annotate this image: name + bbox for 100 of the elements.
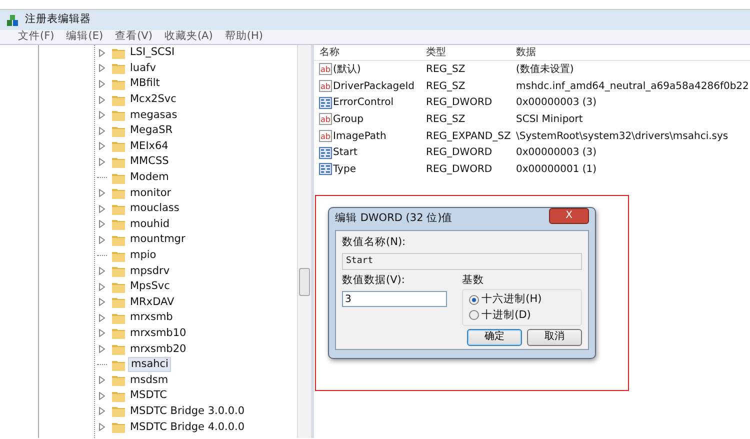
folder-icon — [112, 156, 125, 168]
folder-icon — [112, 265, 125, 278]
string-value-icon: ab — [319, 80, 332, 92]
tree-item[interactable]: MpsSvc — [128, 280, 172, 294]
menu-item[interactable]: 文件(F) — [18, 29, 54, 45]
folder-icon — [112, 78, 125, 90]
tree-item[interactable]: LSI_SCSI — [128, 46, 177, 60]
value-data: 0x00000003 (3) — [516, 146, 597, 160]
value-data: 0x00000003 (3) — [516, 96, 597, 110]
value-data: SCSI Miniport — [516, 112, 583, 127]
binary-value-icon — [319, 96, 332, 109]
value-data-label: 数值数据(V): — [342, 273, 406, 288]
tree-item[interactable]: MSDTC Bridge 4.0.0.0 — [128, 420, 247, 434]
menu-item[interactable]: 编辑(E) — [66, 29, 104, 45]
folder-icon — [112, 280, 125, 293]
tree-item[interactable]: mrxsmb20 — [128, 342, 188, 356]
folder-icon — [112, 218, 125, 230]
close-button[interactable]: X — [549, 208, 589, 224]
value-name[interactable]: (默认) — [333, 62, 361, 77]
tree-item[interactable]: monitor — [128, 186, 174, 200]
binary-value-icon — [319, 163, 332, 176]
tree-item[interactable]: mpsdrv — [128, 264, 172, 278]
string-value-icon: ab — [319, 113, 332, 126]
tree-item[interactable]: luafv — [128, 62, 158, 75]
value-data: (数值未设置) — [516, 62, 574, 77]
tree-item[interactable]: MRxDAV — [128, 296, 176, 309]
column-header[interactable]: 名称 — [314, 45, 426, 60]
value-name-field: Start — [342, 253, 582, 270]
tree-item[interactable]: mrxsmb — [128, 311, 175, 324]
tree-item[interactable]: MEIx64 — [128, 140, 170, 153]
dialog-button[interactable]: 取消 — [527, 328, 582, 346]
value-type: REG_SZ — [426, 80, 466, 94]
tree-item[interactable]: megasas — [128, 108, 180, 122]
folder-icon — [112, 202, 125, 215]
column-header[interactable]: 数据 — [516, 45, 750, 60]
value-type: REG_DWORD — [426, 146, 494, 160]
folder-icon — [112, 109, 125, 122]
folder-icon — [112, 187, 125, 200]
radio-label: 十进制(D) — [482, 308, 531, 322]
string-value-icon: ab — [319, 130, 332, 142]
tree-item[interactable]: mpio — [128, 249, 158, 262]
tree-item[interactable]: mouhid — [128, 218, 172, 231]
value-type: REG_SZ — [426, 62, 466, 77]
tree-item[interactable]: MSDTC Bridge 3.0.0.0 — [128, 404, 247, 418]
folder-icon — [112, 250, 125, 262]
folder-icon — [112, 390, 125, 402]
tree-item[interactable]: MMCSS — [128, 155, 171, 168]
folder-icon — [112, 343, 125, 356]
menu-item[interactable]: 帮助(H) — [224, 29, 263, 45]
folder-icon — [112, 124, 125, 137]
folder-icon — [112, 140, 125, 152]
value-type: REG_EXPAND_SZ — [426, 130, 512, 144]
column-header[interactable]: 类型 — [426, 45, 516, 60]
dialog-button[interactable]: 确定 — [466, 328, 522, 346]
folder-icon — [112, 94, 125, 106]
value-name[interactable]: Group — [333, 112, 364, 127]
tree-item[interactable]: MegaSR — [128, 124, 175, 138]
tree-item[interactable]: mrxsmb10 — [128, 326, 188, 340]
menu-item[interactable]: 收藏夹(A) — [164, 29, 213, 45]
value-name-label: 数值名称(N): — [342, 235, 407, 250]
radio-label: 十六进制(H) — [482, 292, 542, 307]
dialog-title: 编辑 DWORD (32 位)值 — [335, 211, 453, 226]
tree-scrollbar[interactable] — [297, 45, 311, 438]
value-name[interactable]: Start — [333, 145, 358, 160]
value-name[interactable]: ErrorControl — [333, 95, 394, 110]
value-data-input[interactable]: 3 — [342, 291, 447, 308]
folder-icon — [112, 312, 125, 324]
value-type: REG_DWORD — [426, 96, 494, 110]
folder-icon — [112, 234, 125, 246]
folder-icon — [112, 172, 125, 184]
tree-item[interactable]: msdsm — [128, 374, 170, 387]
tree-item[interactable]: MSDTC — [128, 389, 169, 402]
radio-option[interactable]: 十六进制(H) — [469, 292, 575, 308]
registry-cubes-icon — [6, 14, 20, 26]
radio-option[interactable]: 十进制(D) — [469, 308, 575, 324]
tree-item[interactable]: MBfilt — [128, 77, 162, 90]
folder-icon — [112, 46, 125, 59]
value-data: mshdc.inf_amd64_neutral_a69a58a4286f0b22 — [516, 80, 749, 94]
tree-item[interactable]: msahci — [128, 357, 172, 372]
folder-icon — [112, 405, 125, 418]
radio-button[interactable] — [469, 310, 479, 320]
base-label: 基数 — [462, 273, 485, 288]
binary-value-icon — [319, 146, 332, 159]
value-name[interactable]: ImagePath — [333, 128, 386, 144]
value-type: REG_SZ — [426, 112, 466, 127]
tree-item[interactable]: Mcx2Svc — [128, 93, 178, 106]
value-data: 0x00000001 (1) — [516, 162, 597, 177]
radio-button[interactable] — [469, 294, 479, 305]
window-title: 注册表编辑器 — [25, 12, 91, 28]
value-data: \SystemRoot\system32\drivers\msahci.sys — [516, 130, 728, 144]
folder-icon — [112, 327, 125, 340]
value-name[interactable]: Type — [333, 162, 356, 177]
folder-icon — [112, 296, 125, 308]
menu-item[interactable]: 查看(V) — [115, 29, 152, 45]
value-type: REG_DWORD — [426, 162, 494, 177]
tree-item[interactable]: mouclass — [128, 202, 182, 216]
tree-item[interactable]: mountmgr — [128, 233, 188, 246]
value-name[interactable]: DriverPackageId — [333, 78, 415, 94]
folder-icon — [112, 374, 125, 386]
tree-item[interactable]: Modem — [128, 171, 171, 184]
